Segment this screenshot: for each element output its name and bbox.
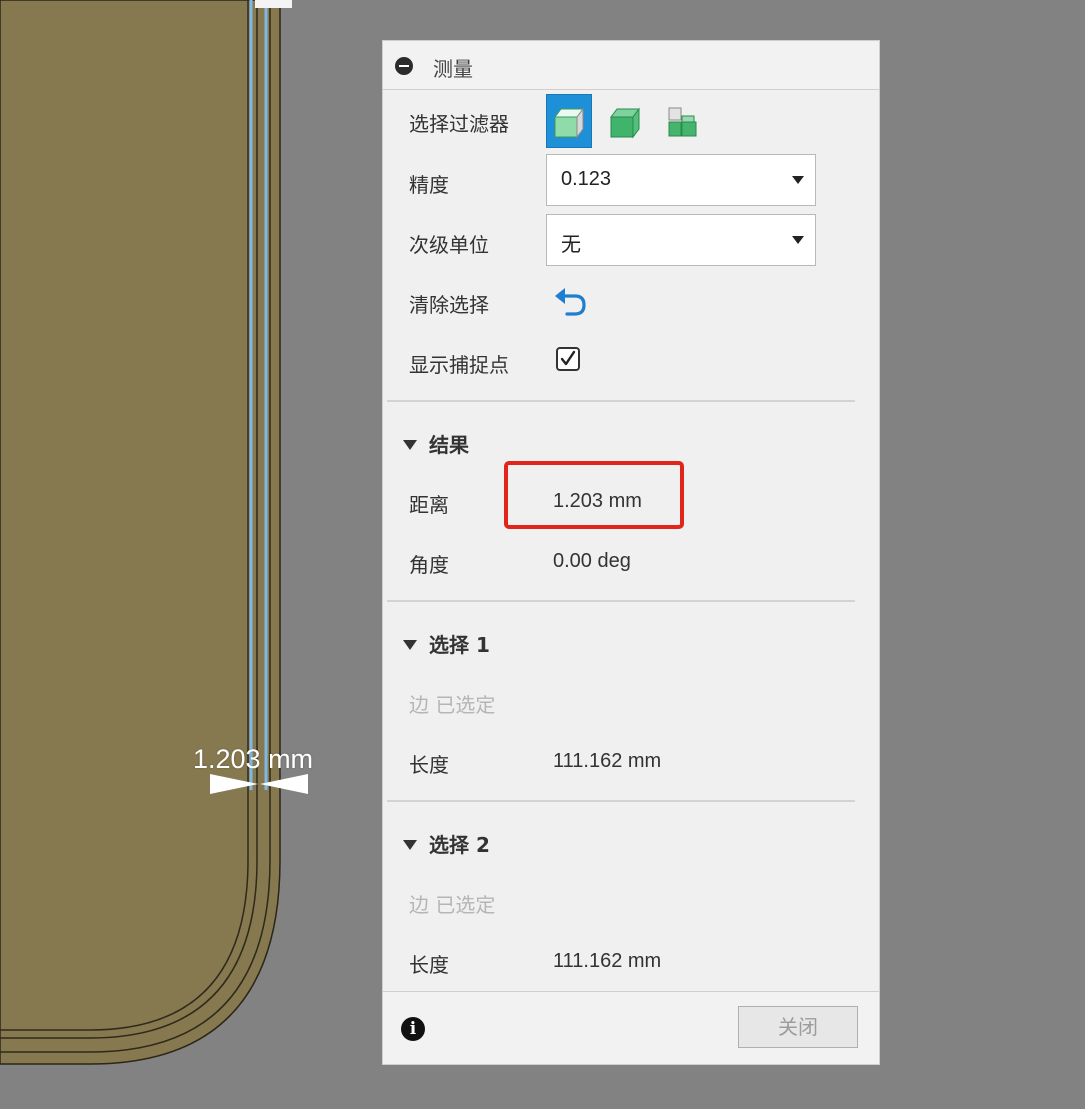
panel-footer: i 关闭 xyxy=(383,991,879,1064)
close-button[interactable]: 关闭 xyxy=(738,1006,858,1048)
divider xyxy=(387,800,855,802)
secondary-unit-dropdown[interactable]: 无 xyxy=(546,214,816,266)
face-filter-icon xyxy=(610,107,640,139)
precision-value: 0.123 xyxy=(561,168,612,190)
collapse-triangle-icon xyxy=(403,839,417,850)
secondary-unit-value: 无 xyxy=(561,234,581,256)
body-filter-button[interactable] xyxy=(546,94,592,148)
undo-icon[interactable] xyxy=(553,287,587,317)
precision-label: 精度 xyxy=(409,173,449,197)
info-icon[interactable]: i xyxy=(401,1017,425,1041)
precision-dropdown[interactable]: 0.123 xyxy=(546,154,816,206)
show-snap-points-label: 显示捕捉点 xyxy=(409,353,509,377)
angle-value: 0.00 deg xyxy=(553,550,631,572)
distance-label: 距离 xyxy=(409,493,449,517)
edge-filter-icon xyxy=(668,107,697,137)
face-filter-button[interactable] xyxy=(605,94,651,148)
dimension-label: 1.203 mm xyxy=(193,744,314,774)
divider xyxy=(387,600,855,602)
highlight-annotation xyxy=(504,461,684,529)
measure-panel: 测量 选择过滤器 精度 0.123 次级单位 无 清除选择 显示捕捉点 结果 距… xyxy=(382,40,880,1065)
checkmark-icon xyxy=(560,350,576,366)
secondary-unit-label: 次级单位 xyxy=(409,233,489,257)
divider xyxy=(387,400,855,402)
collapse-icon[interactable] xyxy=(395,57,413,75)
clear-selection-label: 清除选择 xyxy=(409,293,489,317)
collapse-triangle-icon xyxy=(403,439,417,450)
results-section-header[interactable]: 结果 xyxy=(403,429,469,458)
collapse-triangle-icon xyxy=(403,639,417,650)
selection1-status: 边 已选定 xyxy=(409,693,496,717)
selection1-section-header[interactable]: 选择 1 xyxy=(403,629,490,658)
selection1-length-value: 111.162 mm xyxy=(553,750,662,772)
show-snap-points-checkbox[interactable] xyxy=(556,347,580,371)
results-heading: 结果 xyxy=(429,433,469,457)
selection1-length-label: 长度 xyxy=(409,753,449,777)
selection2-status: 边 已选定 xyxy=(409,893,496,917)
selection2-length-value: 111.162 mm xyxy=(553,950,662,972)
viewport-marker xyxy=(255,0,292,8)
edge-filter-button[interactable] xyxy=(661,94,707,148)
selection2-heading: 选择 2 xyxy=(429,833,490,857)
chevron-down-icon xyxy=(792,236,804,244)
chevron-down-icon xyxy=(792,176,804,184)
body-filter-icon xyxy=(554,107,584,139)
model-body[interactable] xyxy=(0,0,281,1065)
selection2-length-label: 长度 xyxy=(409,953,449,977)
panel-header: 测量 xyxy=(383,41,879,90)
selection2-section-header[interactable]: 选择 2 xyxy=(403,829,490,858)
selection1-heading: 选择 1 xyxy=(429,633,490,657)
panel-title: 测量 xyxy=(433,57,473,81)
selection-filter-label: 选择过滤器 xyxy=(409,112,509,136)
angle-label: 角度 xyxy=(409,553,449,577)
